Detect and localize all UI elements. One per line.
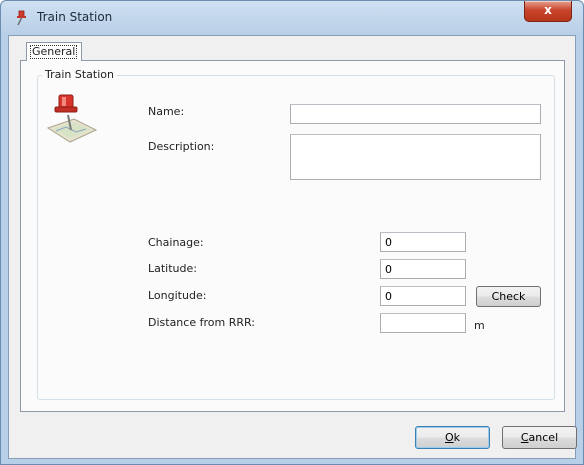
chainage-label: Chainage: <box>148 236 204 249</box>
description-field[interactable] <box>290 134 541 180</box>
window-title: Train Station <box>37 10 113 24</box>
distance-field[interactable] <box>380 313 466 333</box>
tab-general[interactable]: General <box>26 42 82 61</box>
ok-mnemonic: O <box>444 431 454 444</box>
ok-label-rest: k <box>453 431 461 444</box>
ok-button[interactable]: Ok <box>415 426 490 449</box>
name-label: Name: <box>148 105 185 118</box>
cancel-button[interactable]: Cancel <box>502 426 577 449</box>
cancel-mnemonic: C <box>520 431 529 444</box>
groupbox-title: Train Station <box>42 68 117 81</box>
pushpin-icon <box>17 10 26 26</box>
distance-label: Distance from RRR: <box>148 316 255 329</box>
tab-general-label: General <box>30 45 78 59</box>
chainage-field[interactable] <box>380 232 466 252</box>
description-label: Description: <box>148 140 215 153</box>
distance-unit-label: m <box>474 319 485 332</box>
latitude-label: Latitude: <box>148 262 197 275</box>
name-field[interactable] <box>290 104 541 124</box>
close-icon: x <box>544 3 552 17</box>
title-bar[interactable]: Train Station x <box>1 1 583 35</box>
longitude-label: Longitude: <box>148 289 207 302</box>
close-button[interactable]: x <box>524 1 572 22</box>
pushpin-map-icon <box>46 94 98 143</box>
longitude-field[interactable] <box>380 286 466 306</box>
cancel-label-rest: ancel <box>528 431 559 444</box>
latitude-field[interactable] <box>380 259 466 279</box>
check-button[interactable]: Check <box>476 286 541 307</box>
